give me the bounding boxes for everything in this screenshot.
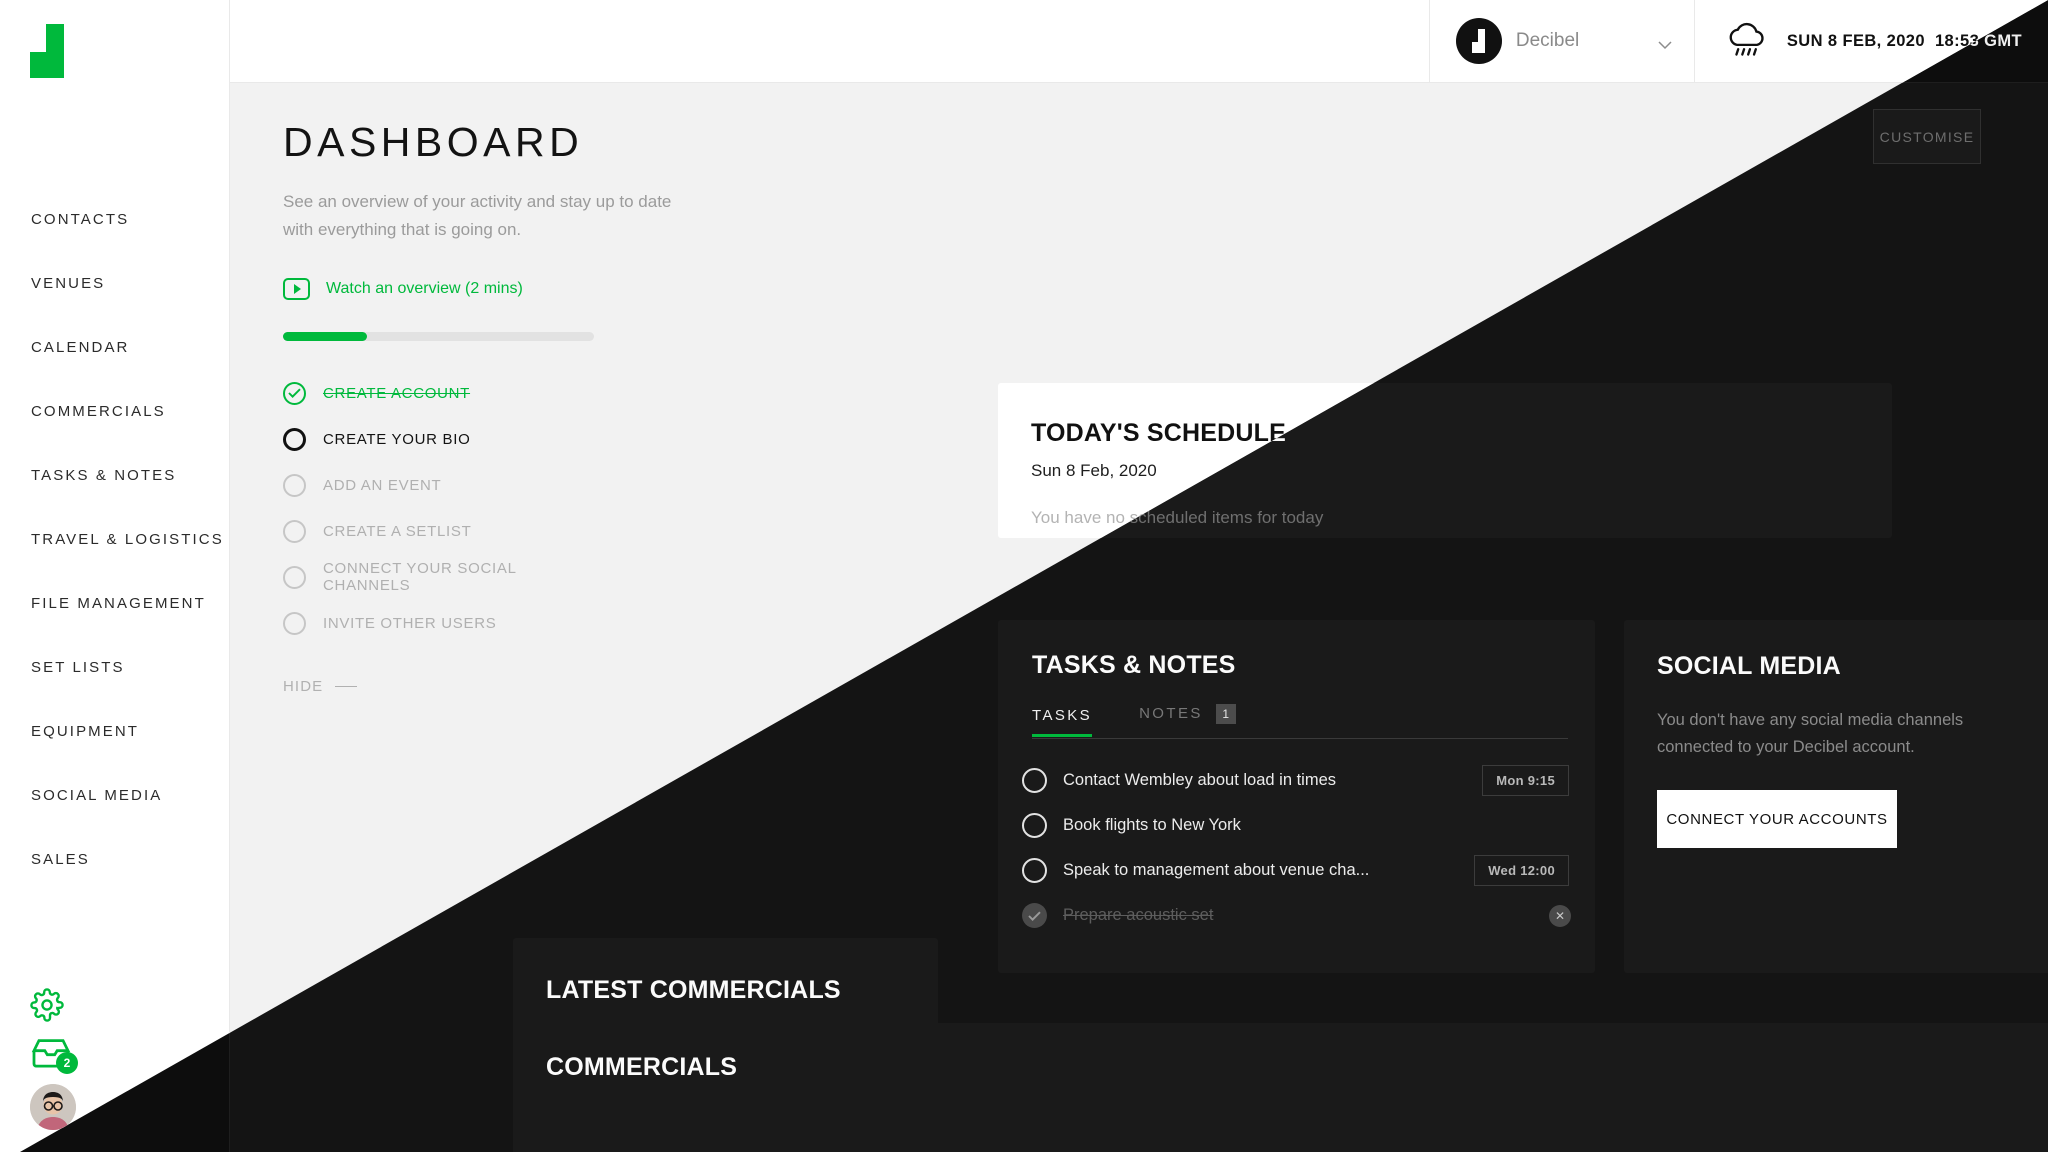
account-switcher[interactable]: Decibel — [1428, 0, 1694, 82]
avatar[interactable] — [30, 1084, 76, 1130]
task-text: Prepare acoustic set — [1063, 906, 1214, 924]
sidebar-item-commercials[interactable]: COMMERCIALS — [0, 380, 229, 444]
task-list: Contact Wembley about load in times Mon … — [1022, 758, 1571, 938]
sidebar-item-travel-logistics[interactable]: TRAVEL & LOGISTICS — [0, 508, 229, 572]
task-checkbox-icon[interactable] — [1022, 858, 1047, 883]
chevron-down-icon — [1658, 37, 1672, 49]
onboarding-step-label: CONNECT YOUR SOCIAL CHANNELS — [323, 560, 517, 594]
sidebar-item-venues[interactable]: VENUES — [0, 252, 229, 316]
social-media-message: You don't have any social media channels… — [1657, 711, 1964, 756]
onboarding-step-label: ADD AN EVENT — [323, 476, 442, 494]
dash-icon — [335, 686, 358, 687]
page-title: DASHBOARD — [283, 119, 584, 165]
tabs-divider — [1032, 738, 1568, 739]
task-checkbox-icon[interactable] — [1022, 813, 1047, 838]
radio-circle-icon — [283, 611, 306, 635]
tasks-notes-tabs: TASKS NOTES 1 — [1032, 704, 1568, 737]
task-row[interactable]: Contact Wembley about load in times Mon … — [1022, 758, 1571, 803]
onboarding-step-label: CREATE A SETLIST — [323, 522, 472, 540]
commercials-card: COMMERCIALS — [513, 1023, 2048, 1152]
onboarding-step-label: INVITE OTHER USERS — [323, 614, 497, 632]
current-date: SUN 8 FEB, 2020 — [1786, 31, 1925, 50]
onboarding-step-label: CREATE YOUR BIO — [323, 430, 471, 448]
watch-overview-link[interactable]: Watch an overview (2 mins) — [283, 278, 590, 300]
task-checkbox-icon[interactable] — [1022, 903, 1047, 928]
sidebar-item-tasks-notes[interactable]: TASKS & NOTES — [0, 444, 229, 508]
radio-circle-icon — [283, 519, 306, 543]
onboarding-step-connect-social[interactable]: CONNECT YOUR SOCIAL CHANNELS — [283, 554, 590, 600]
topbar: Decibel SUN 8 FEB, 202018:53 GMT — [230, 0, 2048, 83]
hide-checklist-button[interactable]: HIDE — [283, 678, 590, 695]
commercials-title: COMMERCIALS — [546, 1053, 738, 1081]
play-video-icon — [283, 278, 310, 300]
onboarding-step-create-setlist[interactable]: CREATE A SETLIST — [283, 508, 590, 554]
radio-circle-icon — [283, 473, 306, 497]
gear-icon[interactable] — [30, 988, 64, 1022]
task-row[interactable]: Book flights to New York — [1022, 803, 1571, 848]
account-logo-icon — [1455, 18, 1502, 64]
tab-notes-badge: 1 — [1215, 704, 1236, 724]
onboarding-steps: CREATE ACCOUNT CREATE YOUR BIO ADD AN EV… — [283, 370, 590, 646]
onboarding-step-add-event[interactable]: ADD AN EVENT — [283, 462, 590, 508]
onboarding-step-label: CREATE ACCOUNT — [323, 384, 471, 402]
tab-notes-label: NOTES — [1139, 704, 1203, 722]
sidebar: CONTACTS VENUES CALENDAR COMMERCIALS TAS… — [0, 0, 230, 1152]
tab-notes[interactable]: NOTES 1 — [1139, 704, 1236, 736]
onboarding-step-create-account[interactable]: CREATE ACCOUNT — [283, 370, 590, 416]
app-window: CONTACTS VENUES CALENDAR COMMERCIALS TAS… — [0, 0, 2048, 1152]
tab-tasks[interactable]: TASKS — [1032, 707, 1093, 737]
customise-button[interactable]: CUSTOMISE — [1873, 109, 1981, 164]
task-text: Speak to management about venue cha... — [1063, 861, 1370, 879]
task-row[interactable]: Prepare acoustic set ✕ — [1022, 893, 1571, 938]
task-text: Book flights to New York — [1063, 816, 1241, 834]
task-due-badge: Wed 12:00 — [1474, 855, 1569, 886]
onboarding-step-invite-users[interactable]: INVITE OTHER USERS — [283, 600, 590, 646]
sidebar-item-calendar[interactable]: CALENDAR — [0, 316, 229, 380]
rain-cloud-icon — [1725, 19, 1769, 64]
sidebar-item-sales[interactable]: SALES — [0, 828, 229, 892]
sidebar-item-social-media[interactable]: SOCIAL MEDIA — [0, 764, 229, 828]
inbox-icon[interactable]: 2 — [30, 1036, 78, 1074]
tasks-notes-title: TASKS & NOTES — [1032, 651, 1236, 679]
tasks-notes-card: TASKS & NOTES TASKS NOTES 1 Contact Wembl… — [998, 620, 1595, 973]
onboarding-progress-fill — [283, 332, 367, 341]
task-due-badge: Mon 9:15 — [1482, 765, 1569, 796]
close-icon[interactable]: ✕ — [1549, 904, 1571, 927]
sidebar-item-set-lists[interactable]: SET LISTS — [0, 636, 229, 700]
social-media-title: SOCIAL MEDIA — [1657, 652, 1841, 680]
onboarding-step-create-bio[interactable]: CREATE YOUR BIO — [283, 416, 590, 462]
hide-label: HIDE — [283, 678, 324, 695]
check-circle-icon — [283, 381, 306, 405]
page-subtitle: See an overview of your activity and sta… — [283, 192, 672, 239]
radio-circle-icon — [283, 427, 306, 451]
task-row[interactable]: Speak to management about venue cha... W… — [1022, 848, 1571, 893]
radio-circle-icon — [283, 565, 306, 589]
watch-overview-label: Watch an overview (2 mins) — [326, 280, 523, 297]
onboarding-progress-bar — [283, 332, 594, 341]
account-name: Decibel — [1515, 30, 1580, 51]
sidebar-item-contacts[interactable]: CONTACTS — [0, 188, 229, 252]
task-text: Contact Wembley about load in times — [1063, 771, 1336, 789]
sidebar-item-equipment[interactable]: EQUIPMENT — [0, 700, 229, 764]
tab-tasks-label: TASKS — [1032, 707, 1093, 724]
sidebar-nav: CONTACTS VENUES CALENDAR COMMERCIALS TAS… — [0, 188, 229, 892]
social-media-card: SOCIAL MEDIA You don't have any social m… — [1624, 620, 2048, 973]
latest-commercials-title: LATEST COMMERCIALS — [546, 976, 841, 1004]
task-checkbox-icon[interactable] — [1022, 768, 1047, 793]
inbox-badge: 2 — [56, 1052, 78, 1074]
onboarding-checklist: Watch an overview (2 mins) CREATE ACCOUN… — [230, 244, 594, 695]
connect-accounts-button[interactable]: CONNECT YOUR ACCOUNTS — [1657, 790, 1897, 848]
schedule-empty-message: You have no scheduled items for today — [1031, 508, 1324, 527]
decibel-logo-icon[interactable] — [30, 24, 64, 78]
sidebar-item-file-management[interactable]: FILE MANAGEMENT — [0, 572, 229, 636]
